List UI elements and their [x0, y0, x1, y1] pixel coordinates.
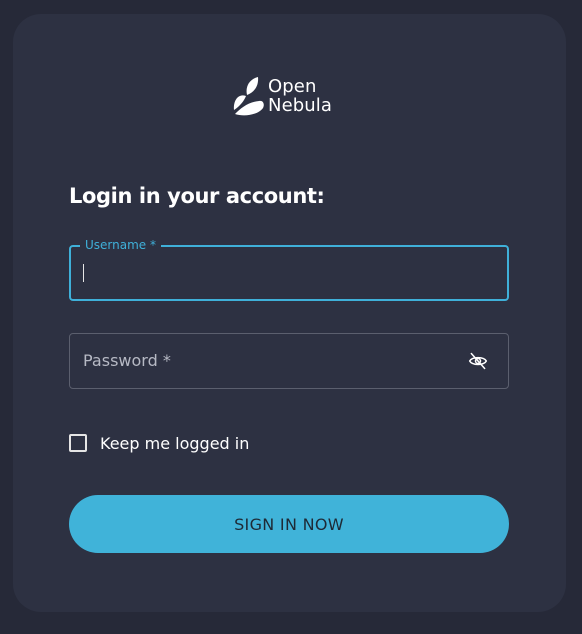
brand-logo: Open Nebula: [232, 76, 352, 118]
page-title: Login in your account:: [69, 184, 325, 208]
keep-logged-in-option[interactable]: Keep me logged in: [69, 432, 249, 454]
opennebula-logo-icon: [233, 77, 264, 116]
brand-line-open: Open: [268, 76, 317, 97]
username-field[interactable]: Username *: [69, 238, 509, 301]
eye-slash-icon[interactable]: [468, 351, 488, 371]
brand-line-nebula: Nebula: [268, 95, 333, 116]
sign-in-button[interactable]: SIGN IN NOW: [69, 495, 509, 553]
password-field[interactable]: Password *: [69, 333, 509, 389]
brand-wordmark: Open Nebula: [268, 77, 332, 115]
keep-logged-in-label[interactable]: Keep me logged in: [100, 434, 249, 453]
keep-logged-in-checkbox[interactable]: [69, 434, 87, 452]
password-placeholder: Password *: [83, 351, 171, 370]
login-card: Open Nebula Login in your account: Usern…: [13, 14, 566, 612]
username-label: Username *: [80, 238, 161, 252]
text-cursor: [83, 264, 84, 282]
